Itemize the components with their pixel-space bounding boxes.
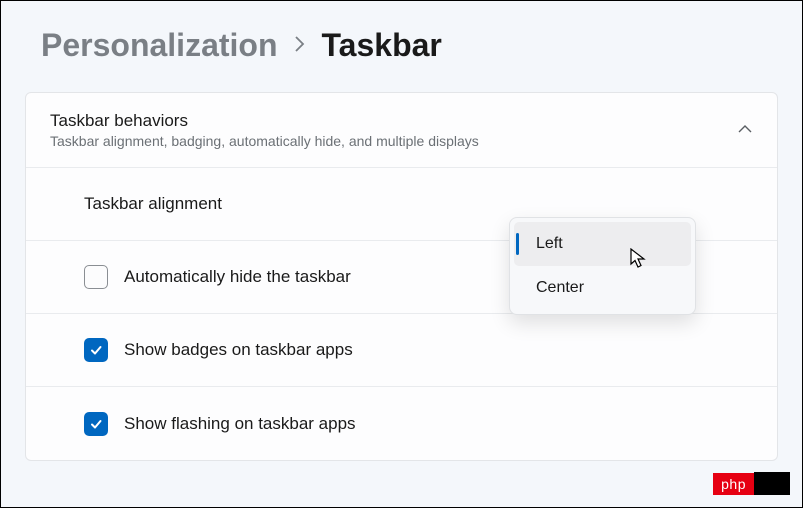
breadcrumb: Personalization Taskbar [1,1,802,84]
row-flashing[interactable]: Show flashing on taskbar apps [26,387,777,460]
chevron-right-icon [294,33,306,59]
row-label-auto-hide: Automatically hide the taskbar [124,267,351,287]
panel-subtitle: Taskbar alignment, badging, automaticall… [50,133,479,149]
watermark-badge [754,472,790,495]
breadcrumb-current: Taskbar [322,27,442,64]
breadcrumb-parent[interactable]: Personalization [41,27,278,64]
panel-header[interactable]: Taskbar behaviors Taskbar alignment, bad… [26,93,777,168]
checkbox-badges[interactable] [84,338,108,362]
checkbox-group-auto-hide: Automatically hide the taskbar [84,265,351,289]
row-badges[interactable]: Show badges on taskbar apps [26,314,777,387]
row-label-alignment: Taskbar alignment [84,194,222,214]
alignment-dropdown: Left Center [509,217,696,315]
dropdown-option-left[interactable]: Left [514,222,691,266]
watermark-text: php [713,473,754,495]
checkbox-group-flashing: Show flashing on taskbar apps [84,412,356,436]
checkbox-auto-hide[interactable] [84,265,108,289]
watermark: php [713,472,790,495]
row-label-badges: Show badges on taskbar apps [124,340,353,360]
panel-header-text: Taskbar behaviors Taskbar alignment, bad… [50,111,479,149]
row-label-flashing: Show flashing on taskbar apps [124,414,356,434]
checkbox-flashing[interactable] [84,412,108,436]
panel-title: Taskbar behaviors [50,111,479,131]
dropdown-option-center[interactable]: Center [514,266,691,310]
dropdown-option-left-label: Left [536,235,563,253]
chevron-up-icon [737,121,753,139]
dropdown-option-center-label: Center [536,279,584,297]
checkbox-group-badges: Show badges on taskbar apps [84,338,353,362]
